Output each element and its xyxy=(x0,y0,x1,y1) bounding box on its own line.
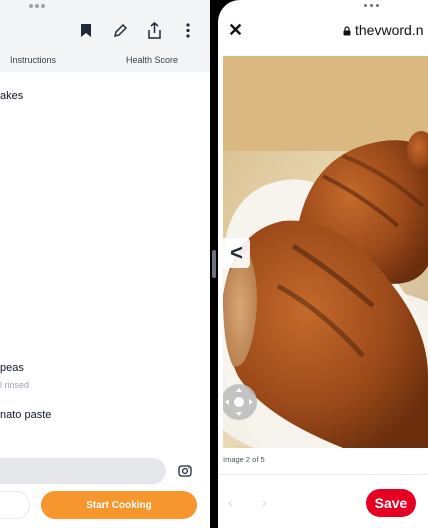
url-label[interactable]: thevword.n xyxy=(355,22,423,38)
split-view-divider-handle[interactable] xyxy=(212,250,216,278)
multitasking-handle-right[interactable] xyxy=(364,4,379,7)
previous-image-button[interactable]: < xyxy=(223,238,250,268)
search-input[interactable] xyxy=(0,458,166,484)
pinterest-save-button[interactable]: Save xyxy=(366,489,416,517)
recipe-header: Instructions Health Score xyxy=(0,0,210,72)
ingredient-note: l rinsed xyxy=(0,380,30,390)
recipe-tabs: Instructions Health Score xyxy=(0,52,210,70)
share-icon[interactable] xyxy=(142,20,166,40)
close-icon[interactable]: ✕ xyxy=(228,20,243,41)
bookmark-icon[interactable] xyxy=(74,20,98,40)
recipe-toolbar xyxy=(74,20,200,40)
recipe-app-pane: Instructions Health Score akes peas l ri… xyxy=(0,0,210,528)
pan-control-icon[interactable] xyxy=(223,384,257,420)
camera-button[interactable] xyxy=(172,458,198,484)
forward-icon[interactable]: › xyxy=(262,494,267,510)
lock-icon xyxy=(343,26,351,36)
pencil-icon[interactable] xyxy=(108,20,132,40)
tab-instructions[interactable]: Instructions xyxy=(10,55,56,65)
start-cooking-button[interactable]: Start Cooking xyxy=(41,491,197,519)
ingredient-line: akes xyxy=(0,90,24,102)
secondary-button[interactable] xyxy=(0,491,30,519)
image-caption: Image 2 of 5 xyxy=(223,455,265,464)
tab-health-score[interactable]: Health Score xyxy=(126,55,178,65)
ingredient-line: nato paste xyxy=(0,409,52,421)
recipe-photo[interactable]: < xyxy=(223,56,428,448)
browser-pane: ✕ thevword.n < Image 2 of 5 ‹ › Save xyxy=(218,0,428,528)
multitasking-handle-left[interactable] xyxy=(29,4,45,8)
back-icon[interactable]: ‹ xyxy=(228,494,233,510)
camera-icon xyxy=(178,465,192,477)
divider xyxy=(218,474,428,475)
ingredient-line: peas xyxy=(0,362,24,374)
more-vertical-icon[interactable] xyxy=(176,20,200,40)
